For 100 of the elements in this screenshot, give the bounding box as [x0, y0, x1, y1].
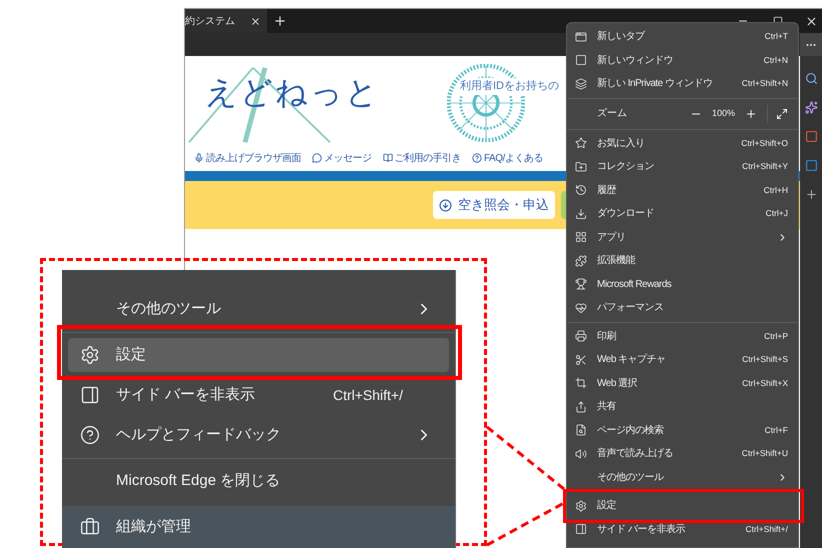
availability-search-button[interactable]: 空き照会・申込	[433, 191, 555, 219]
menu-item[interactable]: パフォーマンス	[567, 296, 798, 320]
menu-item-label: その他のツール	[597, 470, 665, 485]
menu-item-label: ページ内の検索	[597, 424, 664, 438]
menu-item-label: ヘルプとフィードバック	[116, 424, 282, 445]
shortcut-text: Ctrl+Shift+/	[745, 522, 788, 536]
help-icon	[472, 153, 482, 163]
shortcut-text: Ctrl+F	[764, 424, 788, 437]
shortcut-text: Ctrl+Shift+U	[742, 447, 788, 460]
menu-item[interactable]: 新しいタブ Ctrl+T	[567, 25, 798, 48]
scissors-icon	[575, 354, 587, 366]
menu-item[interactable]: 新しい InPrivate ウィンドウ Ctrl+Shift+N	[567, 72, 798, 96]
sidebar-panel-icon	[80, 385, 100, 405]
star-icon	[575, 137, 587, 150]
site-logo[interactable]: えどねっと	[205, 68, 380, 116]
menu-item[interactable]: ダウンロード Ctrl+J	[567, 202, 798, 226]
briefcase-icon	[80, 517, 100, 537]
menu-item[interactable]: 設定	[68, 338, 449, 372]
speaker-icon	[575, 448, 587, 460]
shortcut-text: Ctrl+Shift+O	[741, 136, 788, 150]
shortcut-text: Ctrl+H	[764, 184, 788, 197]
download-icon	[575, 208, 587, 220]
share-icon	[575, 400, 587, 413]
close-icon[interactable]	[805, 14, 818, 28]
shortcut-text: Ctrl+J	[766, 207, 788, 220]
menu-item[interactable]: サイド バーを非表示 Ctrl+Shift+/	[68, 378, 449, 412]
menu-item-label: 履歴	[597, 184, 618, 198]
search-icon[interactable]	[804, 72, 818, 85]
close-icon[interactable]	[250, 16, 261, 26]
menu-item[interactable]: Web キャプチャ Ctrl+Shift+S	[567, 348, 798, 372]
expand-icon	[776, 108, 788, 120]
menu-item-label: サイド バーを非表示	[116, 384, 256, 405]
menu-item-label: サイド バーを非表示	[597, 522, 686, 537]
menu-item-label: その他のツール	[116, 298, 222, 319]
menu-item-label: 共有	[597, 400, 617, 414]
menu-item-label: 新しいタブ	[597, 30, 646, 44]
menu-item[interactable]: 共有	[567, 395, 798, 418]
settings-icon	[80, 345, 100, 365]
menu-item[interactable]: その他のツール	[567, 466, 798, 489]
window-icon	[575, 54, 587, 66]
menu-item[interactable]: サイド バーを非表示 Ctrl+Shift+/	[567, 518, 798, 541]
layers-icon	[575, 78, 587, 90]
menu-item[interactable]: 音声で読み上げる Ctrl+Shift+U	[567, 442, 798, 466]
menu-item-label: ダウンロード	[597, 207, 655, 222]
menu-item-label: 新しい InPrivate ウィンドウ	[597, 76, 714, 92]
menu-item-label: Web キャプチャ	[597, 352, 667, 368]
history-icon	[575, 184, 587, 196]
menu-item[interactable]: Web 選択 Ctrl+Shift+X	[567, 372, 798, 395]
menu-item[interactable]: Microsoft Edge を閉じる	[68, 464, 449, 498]
browser-tab-icon	[575, 30, 587, 43]
heart-pulse-icon	[575, 302, 587, 314]
menu-item[interactable]: お気に入り Ctrl+Shift+O	[567, 132, 798, 155]
menu-item[interactable]: 履歴 Ctrl+H	[567, 178, 798, 202]
plus-icon[interactable]	[804, 188, 818, 201]
menu-item-label: 新しいウィンドウ	[597, 54, 674, 68]
menu-item-label: 設定	[597, 498, 617, 514]
shortcut-text: Ctrl+T	[764, 30, 788, 44]
sparkle-icon[interactable]	[804, 101, 818, 114]
browser-tab[interactable]: 約システム	[185, 9, 267, 33]
menu-item-label: Microsoft Rewards	[597, 278, 672, 292]
menu-item-label: Microsoft Edge を閉じる	[116, 470, 282, 491]
menu-item[interactable]: 印刷 Ctrl+P	[567, 324, 798, 348]
menu-item[interactable]: アプリ	[567, 226, 798, 249]
menu-item[interactable]: ヘルプとフィードバック	[68, 418, 449, 452]
menu-item-label: 設定	[116, 344, 147, 365]
fullscreen-button[interactable]	[774, 108, 790, 120]
menu-item[interactable]: 設定	[567, 494, 798, 518]
new-tab-icon[interactable]	[273, 14, 287, 28]
login-hint-text: 利用者IDをお持ちの	[460, 78, 559, 94]
menu-item[interactable]: 新しいウィンドウ Ctrl+N	[567, 48, 798, 72]
shortcut-text: Ctrl+P	[764, 330, 788, 343]
shortcut-text: Ctrl+N	[764, 54, 788, 67]
menu-item-label: お気に入り	[597, 136, 646, 151]
sidebar-panel-icon	[575, 523, 587, 536]
menu-item[interactable]: 拡張機能	[567, 249, 798, 272]
shortcut-text: Ctrl+Shift+/	[332, 386, 403, 404]
menu-item[interactable]: Microsoft Rewards	[567, 272, 798, 296]
microphone-icon	[194, 153, 204, 163]
menu-item[interactable]: ページ内の検索 Ctrl+F	[567, 418, 798, 442]
settings-icon	[575, 500, 587, 512]
help-icon	[80, 425, 100, 445]
menu-item-label: 印刷	[597, 330, 617, 344]
arrow-down-circle-icon	[439, 198, 452, 212]
tab-title: 約システム	[185, 14, 235, 28]
zoom-value: 100%	[712, 106, 735, 120]
shortcut-text: Ctrl+Shift+Y	[742, 160, 788, 174]
square-icon[interactable]	[804, 130, 818, 143]
shortcut-text: Ctrl+Shift+S	[742, 353, 788, 366]
shortcut-text: Ctrl+Shift+N	[742, 77, 788, 90]
menu-item[interactable]: コレクション Ctrl+Shift+Y	[567, 155, 798, 178]
menu-item[interactable]: その他のツール	[68, 292, 449, 326]
crop-icon	[575, 377, 587, 390]
managed-by-organization-text: 組織が管理	[116, 516, 191, 537]
square-icon[interactable]	[804, 159, 818, 172]
menu-item-label: 拡張機能	[597, 254, 636, 268]
menu-item-label: Web 選択	[597, 376, 638, 391]
plus-icon	[745, 108, 757, 120]
puzzle-icon	[575, 254, 587, 267]
folder-plus-icon	[575, 160, 587, 173]
shortcut-text: Ctrl+Shift+X	[742, 376, 788, 390]
